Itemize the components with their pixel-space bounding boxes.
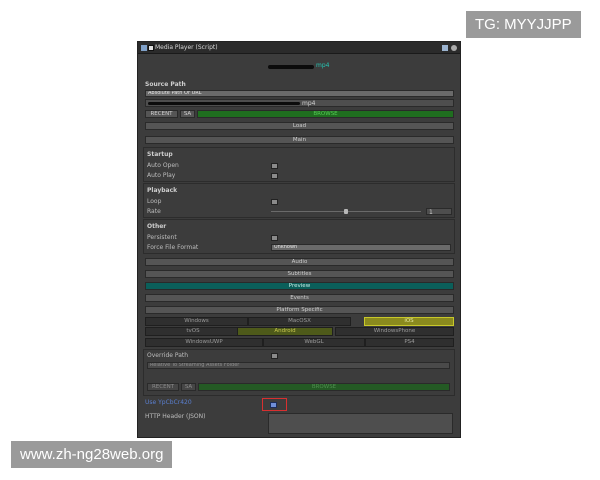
override-path-label: Override Path	[147, 352, 189, 359]
override-path-dropdown[interactable]: Relative To Streaming Assets Folder	[147, 362, 450, 369]
watermark-bottom-left: www.zh-ng28web.org	[11, 441, 173, 468]
use-ycbcr-label: Use YpCbCr420	[145, 399, 192, 406]
force-file-format-label: Force File Format	[147, 244, 199, 251]
use-ycbcr-highlight	[262, 398, 287, 411]
platform-browse-button[interactable]: BROWSE	[198, 383, 450, 391]
auto-play-label: Auto Play	[147, 172, 176, 179]
path-suffix: mp4	[302, 100, 316, 107]
other-group: Other Persistent Force File Format Unkno…	[143, 219, 455, 254]
persistent-checkbox[interactable]	[271, 235, 278, 241]
component-header[interactable]: Media Player (Script)	[138, 42, 460, 54]
enabled-checkbox[interactable]	[148, 45, 154, 51]
platform-tab-macosx[interactable]: MacOSX	[248, 317, 351, 326]
platform-specific-section-header[interactable]: Platform Specific	[145, 306, 454, 314]
source-path-dropdown[interactable]: Absolute Path Or URL	[145, 90, 454, 97]
playback-heading: Playback	[147, 187, 178, 194]
platform-tab-windowsuwp[interactable]: WindowsUWP	[145, 338, 263, 347]
platform-tab-ps4[interactable]: PS4	[365, 338, 454, 347]
force-file-format-value: Unknown	[274, 244, 298, 250]
preview-section-header[interactable]: Preview	[145, 282, 454, 290]
platform-tab-ios[interactable]: iOS	[364, 317, 454, 326]
auto-open-checkbox[interactable]	[271, 163, 278, 169]
main-section-header[interactable]: Main	[145, 136, 454, 144]
browse-button[interactable]: BROWSE	[197, 110, 454, 118]
rate-value-field[interactable]: 1	[426, 208, 452, 216]
override-path-dropdown-value: Relative To Streaming Assets Folder	[150, 362, 240, 368]
redacted-path	[148, 102, 300, 105]
rate-slider[interactable]	[271, 209, 421, 214]
source-path-dropdown-value: Absolute Path Or URL	[148, 90, 202, 96]
redacted-filename	[268, 65, 314, 69]
platform-sa-button[interactable]: SA	[181, 383, 196, 391]
sa-button[interactable]: SA	[180, 110, 195, 118]
source-path-field[interactable]: mp4	[145, 99, 454, 107]
http-header-field[interactable]	[268, 413, 453, 434]
platform-recent-button[interactable]: RECENT	[147, 383, 179, 391]
platform-tab-windowsphone[interactable]: WindowsPhone	[335, 327, 454, 336]
platform-tab-android[interactable]: Android	[237, 327, 333, 336]
file-suffix: mp4	[316, 62, 330, 69]
use-ycbcr-checkbox[interactable]	[270, 402, 277, 408]
source-path-heading: Source Path	[145, 81, 186, 88]
script-icon	[141, 45, 147, 51]
inspector-panel: Media Player (Script) mp4 Source Path Ab…	[137, 41, 461, 438]
other-heading: Other	[147, 223, 167, 230]
playback-group: Playback Loop Rate 1	[143, 183, 455, 218]
loop-label: Loop	[147, 198, 162, 205]
audio-section-header[interactable]: Audio	[145, 258, 454, 266]
http-header-label: HTTP Header (JSON)	[145, 413, 206, 420]
load-button[interactable]: Load	[145, 122, 454, 130]
startup-group: Startup Auto Open Auto Play	[143, 147, 455, 182]
rate-value: 1	[429, 209, 433, 216]
rate-slider-thumb[interactable]	[344, 209, 348, 214]
platform-tab-webgl[interactable]: WebGL	[263, 338, 365, 347]
events-section-header[interactable]: Events	[145, 294, 454, 302]
override-path-checkbox[interactable]	[271, 353, 278, 359]
auto-open-label: Auto Open	[147, 162, 179, 169]
subtitles-section-header[interactable]: Subtitles	[145, 270, 454, 278]
persistent-label: Persistent	[147, 234, 177, 241]
rate-label: Rate	[147, 208, 161, 215]
recent-button[interactable]: RECENT	[145, 110, 178, 118]
startup-heading: Startup	[147, 151, 173, 158]
platform-tab-windows[interactable]: Windows	[145, 317, 248, 326]
platform-tab-tvos[interactable]: tvOS	[145, 327, 241, 336]
component-title: Media Player (Script)	[155, 44, 218, 51]
help-icon[interactable]	[442, 45, 448, 51]
platform-override-group: Override Path Relative To Streaming Asse…	[143, 349, 455, 396]
gear-icon[interactable]	[451, 45, 457, 51]
force-file-format-dropdown[interactable]: Unknown	[271, 244, 451, 251]
auto-play-checkbox[interactable]	[271, 173, 278, 179]
loop-checkbox[interactable]	[271, 199, 278, 205]
watermark-top-right: TG: MYYJJPP	[466, 11, 581, 38]
